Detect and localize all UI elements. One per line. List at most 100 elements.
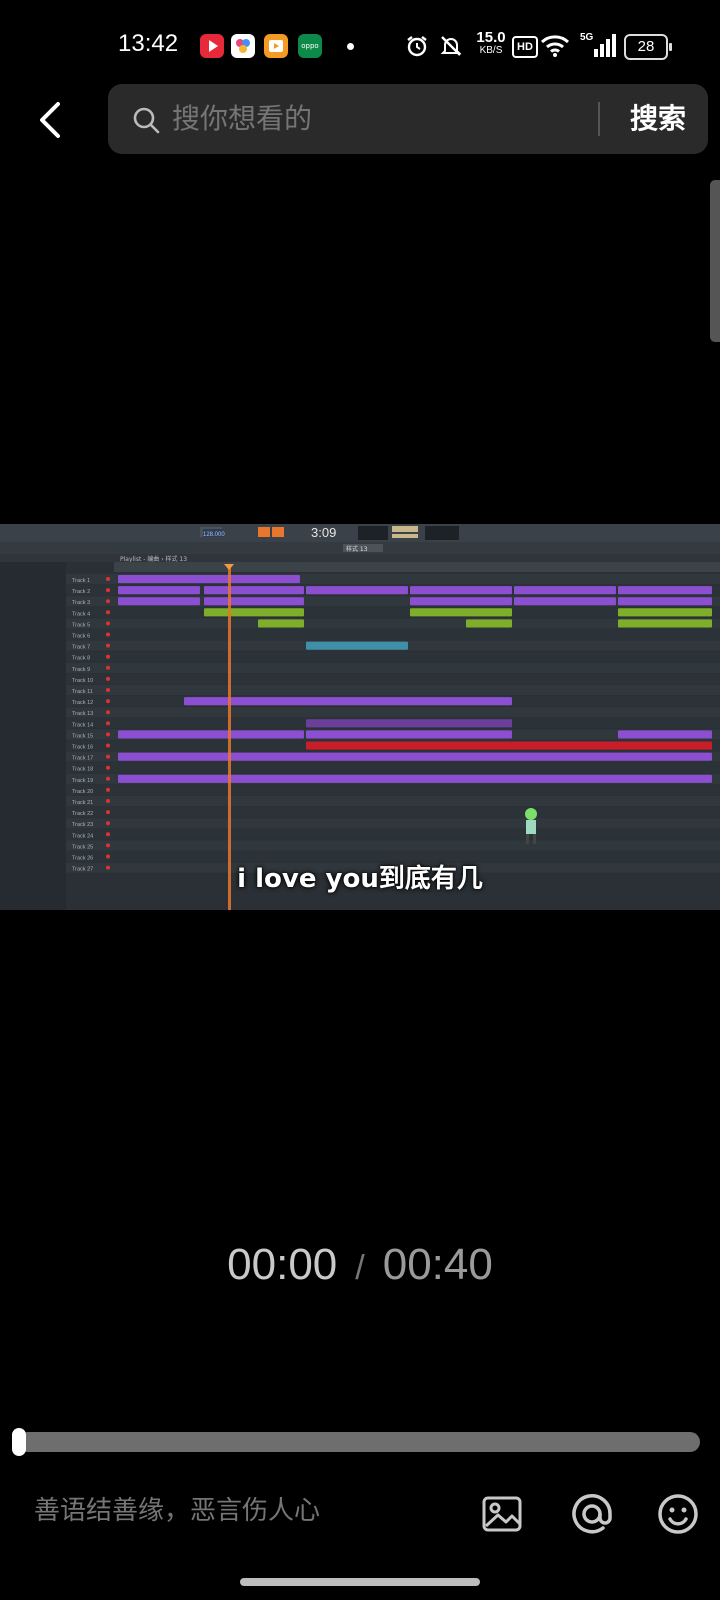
daw-track-mute-dot [106,710,110,715]
mention-icon[interactable] [570,1492,614,1536]
status-time: 13:42 [118,30,179,57]
wifi-icon [540,32,570,60]
daw-track-mute-dot [106,688,110,692]
daw-track-mute-dot [106,599,110,604]
daw-track-label: Track 24 [72,833,93,839]
more-notifications-dot [347,43,354,50]
daw-track-label: Track 11 [72,689,93,695]
daw-track-mute-dot [106,654,110,659]
daw-track-mute-dot [106,621,110,626]
daw-clip [204,586,304,595]
side-panel-handle[interactable] [710,180,720,342]
daw-track-mute-dot [106,843,110,848]
daw-track-label: Track 16 [72,745,93,751]
daw-track-mute-dot [106,643,110,648]
daw-clip [258,619,304,628]
daw-track-label: Track 25 [72,844,93,850]
search-input[interactable] [172,84,592,154]
daw-track-label: Track 10 [72,678,93,684]
status-bar: 13:42 oppo 15.0 KB/S HD 5G 28 [0,0,720,92]
daw-clip [118,575,300,584]
daw-track-mute-dot [106,799,110,803]
daw-track-mute-dot [106,810,110,815]
daw-track-label: Track 7 [72,645,90,651]
daw-track-label: Track 6 [72,634,90,640]
network-speed: 15.0 KB/S [476,29,506,56]
daw-track-row [66,796,720,807]
daw-track-mute-dot [106,776,110,781]
current-time: 00:00 [227,1240,338,1289]
mute-bell-icon [438,32,464,60]
daw-track-row [66,807,720,818]
daw-clip [410,608,512,617]
cellular-signal-icon: 5G [580,32,616,60]
daw-pattern: 样式 13 [346,545,368,553]
search-button[interactable]: 搜索 [616,84,700,154]
daw-track-mute-dot [106,754,110,759]
daw-clip [118,752,712,761]
daw-clip [466,619,512,628]
daw-track-label: Track 19 [72,778,93,784]
daw-track-label: Track 13 [72,711,93,717]
daw-clip [618,730,712,739]
daw-track-row [66,673,720,684]
daw-clip [618,608,712,617]
daw-track-row [66,818,720,829]
video-player[interactable]: 3:09 128.000 样式 13 Playlist - 编曲 › 样式 13… [0,524,720,910]
daw-track-label: Track 1 [72,578,90,584]
daw-track-label: Track 17 [72,756,93,762]
daw-clip [306,730,512,739]
daw-track-label: Track 12 [72,700,93,706]
daw-track-mute-dot [106,632,110,637]
comment-input[interactable] [34,1488,454,1534]
daw-track-row [66,784,720,795]
daw-track-mute-dot [106,577,110,581]
daw-track-row [66,685,720,696]
daw-clip [118,730,304,739]
daw-clip [306,741,712,750]
daw-track-label: Track 3 [72,600,90,606]
daw-clip [618,619,712,628]
battery-indicator: 28 [624,34,672,60]
daw-track-label: Track 18 [72,767,93,773]
daw-track-mute-dot [106,699,110,704]
daw-track-mute-dot [106,721,110,726]
daw-playlist-title: Playlist - 编曲 › 样式 13 [120,555,187,563]
orange-video-app-icon [264,34,288,58]
image-icon[interactable] [480,1492,524,1536]
daw-bpm: 128.000 [203,532,225,538]
daw-track-label: Track 15 [72,733,93,739]
daw-clip [410,586,512,595]
daw-track-row [66,662,720,673]
daw-track-mute-dot [106,765,110,770]
daw-track-row [66,829,720,840]
daw-track-label: Track 22 [72,811,93,817]
progress-bar[interactable] [18,1432,700,1452]
progress-thumb[interactable] [12,1428,26,1456]
daw-track-mute-dot [106,787,110,792]
daw-track-mute-dot [106,743,110,748]
daw-clip [410,597,512,606]
home-indicator[interactable] [240,1578,480,1586]
search-bar[interactable]: 搜索 [108,84,708,154]
daw-clip [618,586,712,595]
daw-track-row [66,707,720,718]
daw-track-label: Track 4 [72,611,90,617]
daw-clip [118,586,200,595]
time-separator: / [355,1249,365,1287]
daw-clip [306,719,512,728]
daw-clip [204,608,304,617]
emoji-icon[interactable] [656,1492,700,1536]
daw-clock: 3:09 [311,525,336,540]
back-button[interactable] [32,100,72,140]
daw-clip [514,586,616,595]
oppo-app-icon: oppo [298,34,322,58]
daw-track-mute-dot [106,676,110,681]
daw-track-row [66,651,720,662]
daw-track-label: Track 14 [72,722,93,728]
daw-track-row [66,629,720,640]
video-subtitle: i love you到底有几 [237,864,483,894]
daw-track-label: Track 20 [72,789,93,795]
daw-clip [204,597,304,606]
daw-clip [184,697,512,706]
